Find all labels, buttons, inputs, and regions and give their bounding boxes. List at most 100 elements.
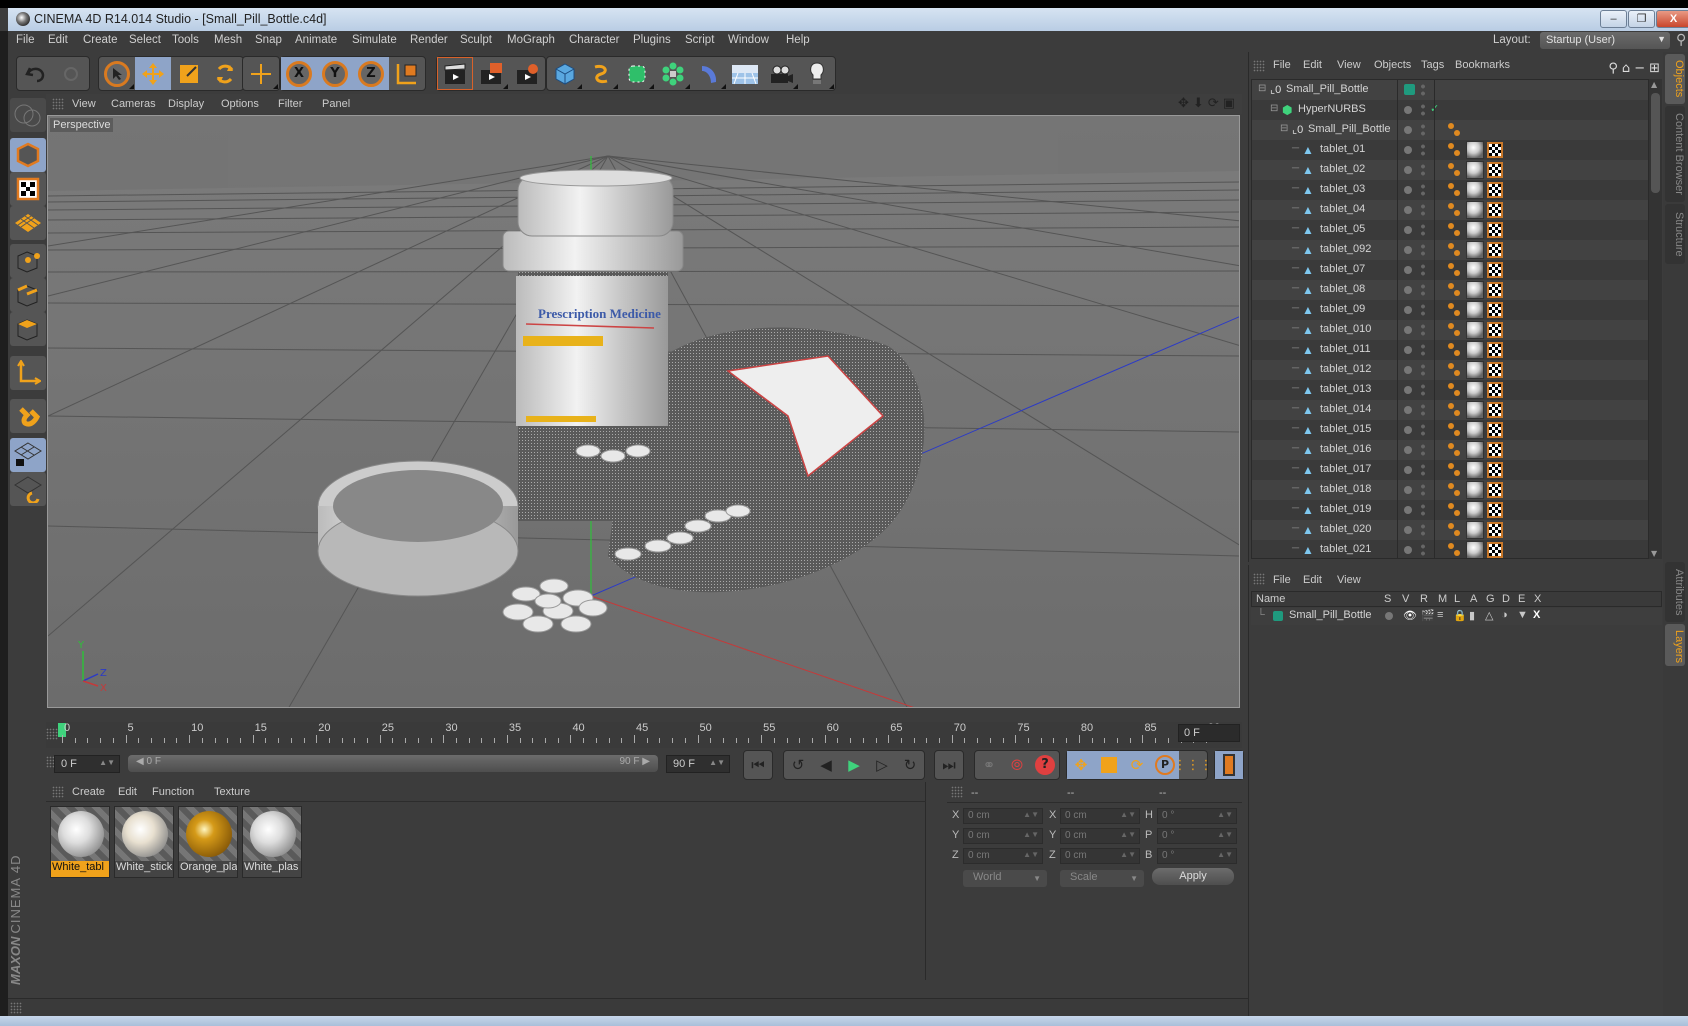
floor-icon[interactable] [727,57,763,90]
phong-tag-icon[interactable] [1447,401,1463,419]
object-row[interactable]: ─ ▲ tablet_02 [1252,160,1648,180]
material-tag-icon[interactable] [1466,201,1484,219]
phong-tag-icon[interactable] [1447,161,1463,179]
uvw-tag-icon[interactable] [1487,302,1503,318]
uvw-tag-icon[interactable] [1487,182,1503,198]
play-icon[interactable]: ▶ [840,751,868,779]
visibility-dot[interactable] [1404,506,1412,514]
expressions-icon[interactable]: ▼ [1517,609,1528,621]
render-visibility-dots[interactable] [1421,83,1425,97]
object-name[interactable]: tablet_016 [1320,443,1371,455]
panel-grip[interactable] [52,98,64,110]
layer-column-r[interactable]: R [1420,593,1428,605]
key-position-icon[interactable]: ✥ [1067,751,1095,779]
points-mode-icon[interactable] [10,244,46,278]
coordinate-space-dropdown[interactable]: World ▼ [963,870,1047,887]
object-menu-file[interactable]: File [1273,59,1291,71]
maximize-view-icon[interactable]: ▣ [1223,96,1235,111]
size-z-field[interactable]: 0 cm ▲▼ [1060,848,1140,864]
material-tag-icon[interactable] [1466,461,1484,479]
xref-icon[interactable]: X [1533,609,1540,621]
layer-column-l[interactable]: L [1454,593,1460,605]
object-row[interactable]: ─ ▲ tablet_01 [1252,140,1648,160]
object-name[interactable]: tablet_07 [1320,263,1365,275]
object-row[interactable]: ⊟ ⌞0 Small_Pill_Bottle [1252,120,1648,140]
spline-pen-icon[interactable] [583,57,619,90]
scroll-down-icon[interactable]: ▼ [1651,549,1657,558]
menu-file[interactable]: File [16,34,35,46]
size-mode-dropdown[interactable]: Scale ▼ [1060,870,1144,887]
phong-tag-icon[interactable] [1447,321,1463,339]
viewport-menu-filter[interactable]: Filter [278,98,302,110]
tab-objects[interactable]: Objects [1665,54,1685,104]
visibility-dot[interactable] [1404,186,1412,194]
render-visibility-dots[interactable] [1421,423,1425,437]
pos-z-field[interactable]: 0 cm ▲▼ [963,848,1043,864]
phong-tag-icon[interactable] [1447,121,1463,139]
render-visibility-dots[interactable] [1421,163,1425,177]
render-visibility-dots[interactable] [1421,543,1425,557]
uvw-tag-icon[interactable] [1487,462,1503,478]
phong-tag-icon[interactable] [1447,501,1463,519]
visibility-dot[interactable] [1404,426,1412,434]
nurbs-icon[interactable] [619,57,655,90]
solo-toggle[interactable] [1385,612,1393,620]
render-icon[interactable]: 🎬 [1421,609,1435,622]
uvw-tag-icon[interactable] [1487,262,1503,278]
object-row[interactable]: ─ ▲ tablet_04 [1252,200,1648,220]
panel-grip[interactable] [10,1002,22,1014]
render-visibility-dots[interactable] [1421,443,1425,457]
collapse-icon[interactable]: − [1634,61,1645,76]
motion-record-icon[interactable]: ⚭ [975,751,1003,779]
3d-viewport[interactable]: Prescription Medicine Y Z X Perspective [47,115,1240,708]
render-visibility-dots[interactable] [1421,223,1425,237]
home-icon[interactable]: ⌂ [1622,61,1630,76]
uvw-tag-icon[interactable] [1487,482,1503,498]
menu-mograph[interactable]: MoGraph [507,34,555,46]
object-row[interactable]: ─ ▲ tablet_021 [1252,540,1648,558]
layer-color-swatch[interactable] [1404,84,1415,95]
object-name[interactable]: tablet_010 [1320,323,1371,335]
object-name[interactable]: tablet_013 [1320,383,1371,395]
collapse-toggle-icon[interactable]: ⊟ [1280,123,1288,134]
visibility-dot[interactable] [1404,386,1412,394]
object-row[interactable]: ─ ▲ tablet_07 [1252,260,1648,280]
render-visibility-dots[interactable] [1421,183,1425,197]
model-mode-icon[interactable] [10,98,46,132]
material-tag-icon[interactable] [1466,501,1484,519]
material-tag-icon[interactable] [1466,441,1484,459]
render-visibility-dots[interactable] [1421,463,1425,477]
array-icon[interactable] [655,57,691,90]
material-tag-icon[interactable] [1466,541,1484,558]
phong-tag-icon[interactable] [1447,521,1463,539]
pan-icon[interactable]: ✥ [1178,96,1189,111]
phong-tag-icon[interactable] [1447,201,1463,219]
tab-content-browser[interactable]: Content Browser [1665,106,1685,202]
render-visibility-dots[interactable] [1421,383,1425,397]
panel-grip[interactable] [46,728,58,740]
key-scale-icon[interactable] [1095,751,1123,779]
render-visibility-dots[interactable] [1421,143,1425,157]
frame-range-slider[interactable]: ◀ 0 F 90 F ▶ [128,755,658,772]
scale-icon[interactable] [171,57,207,90]
close-button[interactable]: X [1656,10,1688,28]
menu-animate[interactable]: Animate [295,34,337,46]
rot-b-field[interactable]: 0 ° ▲▼ [1157,848,1237,864]
light-icon[interactable] [799,57,835,90]
render-visibility-dots[interactable] [1421,103,1425,117]
go-to-end-icon[interactable]: ⏭ [935,751,963,779]
object-row[interactable]: ─ ▲ tablet_011 [1252,340,1648,360]
panel-grip[interactable] [52,786,64,798]
phong-tag-icon[interactable] [1447,341,1463,359]
pos-y-field[interactable]: 0 cm ▲▼ [963,828,1043,844]
material-swatch[interactable]: White_plas [242,806,302,878]
object-row[interactable]: ─ ▲ tablet_016 [1252,440,1648,460]
render-settings-icon[interactable] [509,57,545,90]
object-row[interactable]: ⊟ ⌞0 Small_Pill_Bottle [1252,80,1648,100]
range-start-arrow-icon[interactable]: ◀ [136,756,144,767]
undo-icon[interactable] [17,57,53,90]
timeline-ruler[interactable]: 051015202530354045505560657075808590 [46,722,1242,748]
camera-label[interactable]: Perspective [50,118,114,132]
menu-sculpt[interactable]: Sculpt [460,34,492,46]
material-tag-icon[interactable] [1466,281,1484,299]
